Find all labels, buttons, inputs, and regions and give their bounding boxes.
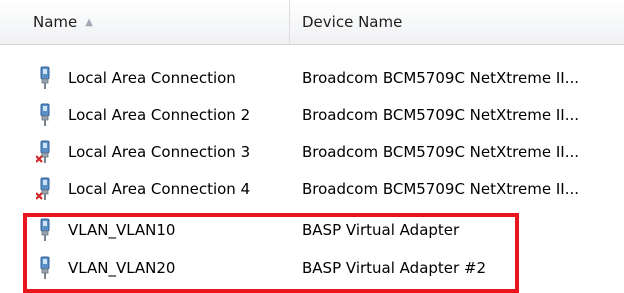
network-adapter-disconnected-icon	[35, 140, 54, 164]
column-header-name[interactable]: Name ▲	[0, 0, 290, 44]
list-header: Name ▲ Device Name	[0, 0, 624, 45]
column-header-name-label: Name	[33, 13, 78, 31]
device-name: Broadcom BCM5709C NetXtreme II...	[302, 180, 579, 198]
connection-name: Local Area Connection	[68, 69, 236, 87]
column-header-device-name[interactable]: Device Name	[291, 0, 624, 44]
network-adapter-icon	[36, 103, 54, 127]
connection-name: Local Area Connection 4	[68, 180, 251, 198]
column-header-device-name-label: Device Name	[302, 13, 403, 31]
sort-ascending-icon: ▲	[85, 17, 93, 28]
device-name: Broadcom BCM5709C NetXtreme II...	[302, 69, 579, 87]
device-name: Broadcom BCM5709C NetXtreme II...	[302, 143, 579, 161]
network-adapter-disconnected-icon	[35, 177, 54, 201]
highlight-box	[23, 213, 519, 293]
network-adapter-icon	[36, 66, 54, 90]
connection-name: Local Area Connection 2	[68, 106, 251, 124]
device-name: Broadcom BCM5709C NetXtreme II...	[302, 106, 579, 124]
list-item[interactable]: Local Area Connection 2 Broadcom BCM5709…	[0, 98, 624, 132]
connection-name: Local Area Connection 3	[68, 143, 251, 161]
list-item[interactable]: Local Area Connection Broadcom BCM5709C …	[0, 61, 624, 95]
list-item[interactable]: Local Area Connection 4 Broadcom BCM5709…	[0, 172, 624, 206]
list-item[interactable]: Local Area Connection 3 Broadcom BCM5709…	[0, 135, 624, 169]
